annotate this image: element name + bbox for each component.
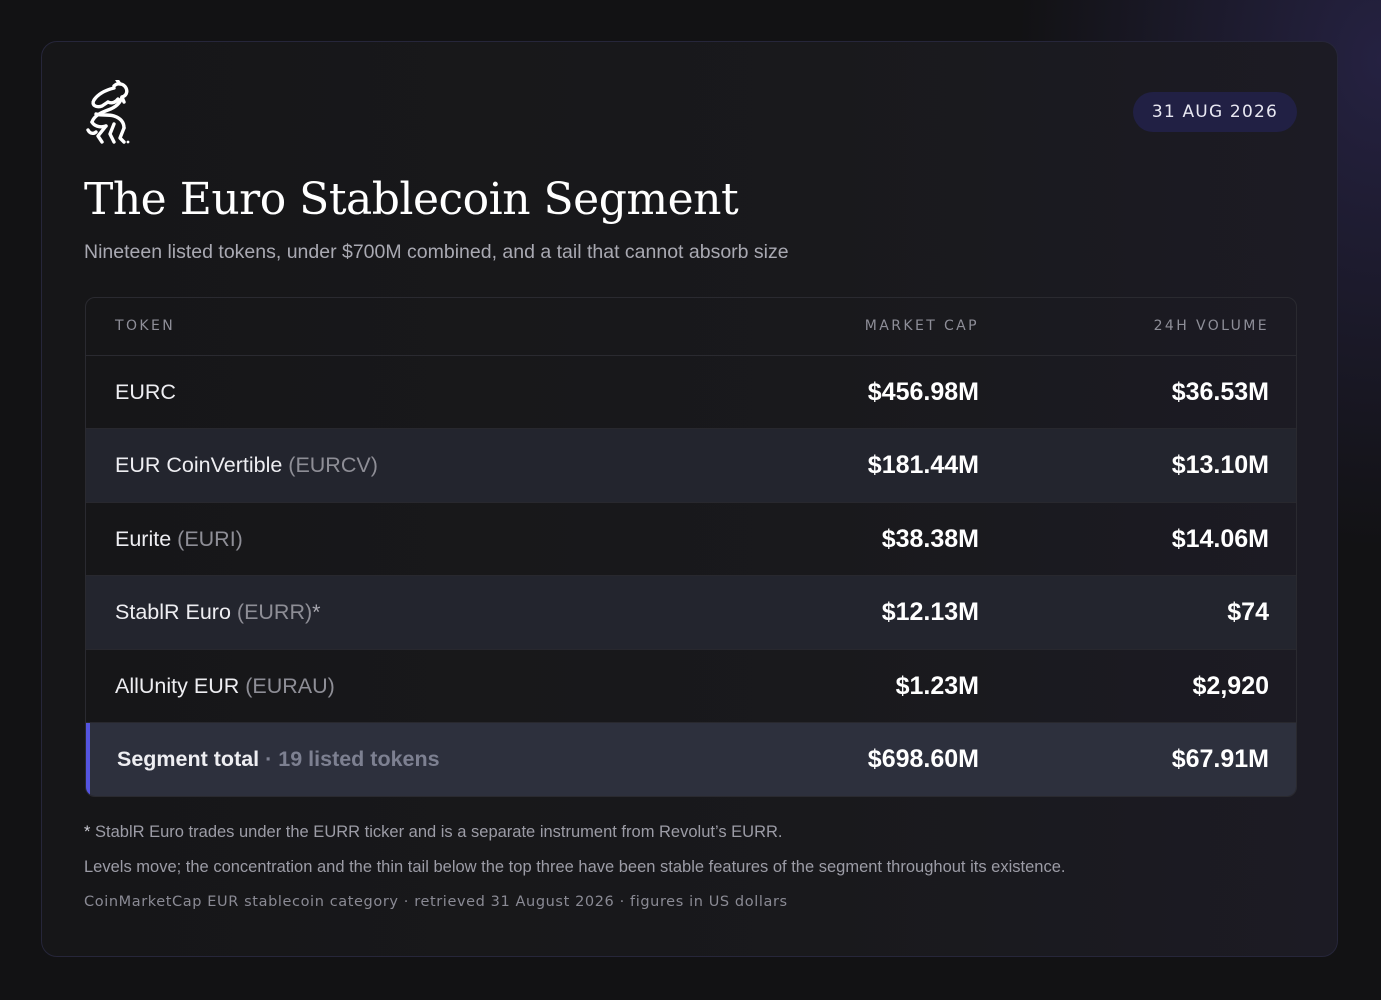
token-name: EUR CoinVertible (EURCV) (115, 429, 378, 502)
report-card: 31 AUG 2026 The Euro Stablecoin Segment … (41, 41, 1338, 957)
total-volume-value: $67.91M (1171, 744, 1269, 773)
token-ticker: (EURCV) (288, 453, 378, 478)
market-cap-value: $456.98M (867, 378, 979, 406)
table-header: TOKEN MARKET CAP 24H VOLUME (86, 298, 1296, 356)
segment-total-row: Segment total · 19 listed tokens $698.60… (86, 722, 1296, 797)
token-name: AllUnity EUR (EURAU) (115, 650, 335, 723)
token-label: EURC (115, 380, 176, 404)
total-label-text: Segment total (117, 746, 260, 771)
token-label: EUR CoinVertible (115, 453, 283, 478)
horse-logo-icon (86, 80, 130, 144)
date-badge: 31 AUG 2026 (1132, 92, 1297, 132)
footnote-star: * StablR Euro trades under the EURR tick… (84, 815, 1299, 850)
volume-value: $2,920 (1192, 671, 1269, 700)
token-label: AllUnity EUR (115, 673, 240, 698)
token-label: StablR Euro (115, 600, 231, 625)
market-cap-value: $12.13M (881, 598, 979, 627)
token-ticker: (EURR) (236, 600, 313, 625)
footnote-star-text: StablR Euro trades under the EURR ticker… (95, 823, 783, 841)
column-header-token: TOKEN (115, 318, 176, 334)
market-cap-value: $1.23M (895, 671, 979, 700)
page-subtitle: Nineteen listed tokens, under $700M comb… (84, 241, 789, 263)
table-row: Eurite (EURI) $38.38M $14.06M (86, 503, 1296, 577)
token-name: StablR Euro (EURR)* (115, 576, 321, 649)
token-ticker: (EURAU) (245, 673, 335, 698)
column-header-volume: 24H VOLUME (1153, 318, 1269, 334)
table-row: StablR Euro (EURR)* $12.13M $74 (86, 576, 1296, 650)
token-label: Eurite (115, 526, 172, 551)
total-label: Segment total · 19 listed tokens (117, 723, 440, 796)
market-cap-value: $181.44M (867, 451, 979, 480)
total-market-cap-value: $698.60M (867, 744, 979, 773)
total-token-count: · 19 listed tokens (265, 746, 440, 771)
volume-value: $13.10M (1171, 451, 1269, 480)
token-ticker: (EURI) (177, 526, 243, 551)
stablecoin-table: TOKEN MARKET CAP 24H VOLUME EURC $456.98… (85, 297, 1297, 798)
table-row: EUR CoinVertible (EURCV) $181.44M $13.10… (86, 429, 1296, 503)
source-line: CoinMarketCap EUR stablecoin category · … (84, 894, 788, 910)
volume-value: $14.06M (1171, 524, 1269, 553)
page-title: The Euro Stablecoin Segment (84, 174, 739, 225)
market-cap-value: $38.38M (881, 524, 979, 553)
footnotes: * StablR Euro trades under the EURR tick… (84, 815, 1299, 919)
footnote-star-mark: * (84, 823, 91, 841)
table-row: AllUnity EUR (EURAU) $1.23M $2,920 (86, 650, 1296, 723)
table-row: EURC $456.98M $36.53M (86, 356, 1296, 430)
footnote-marker: * (312, 600, 321, 625)
token-name: EURC (115, 356, 176, 429)
column-header-market-cap: MARKET CAP (864, 318, 979, 334)
footnote-levels: Levels move; the concentration and the t… (84, 858, 1066, 876)
volume-value: $36.53M (1171, 378, 1269, 406)
volume-value: $74 (1227, 598, 1269, 627)
token-name: Eurite (EURI) (115, 503, 243, 576)
